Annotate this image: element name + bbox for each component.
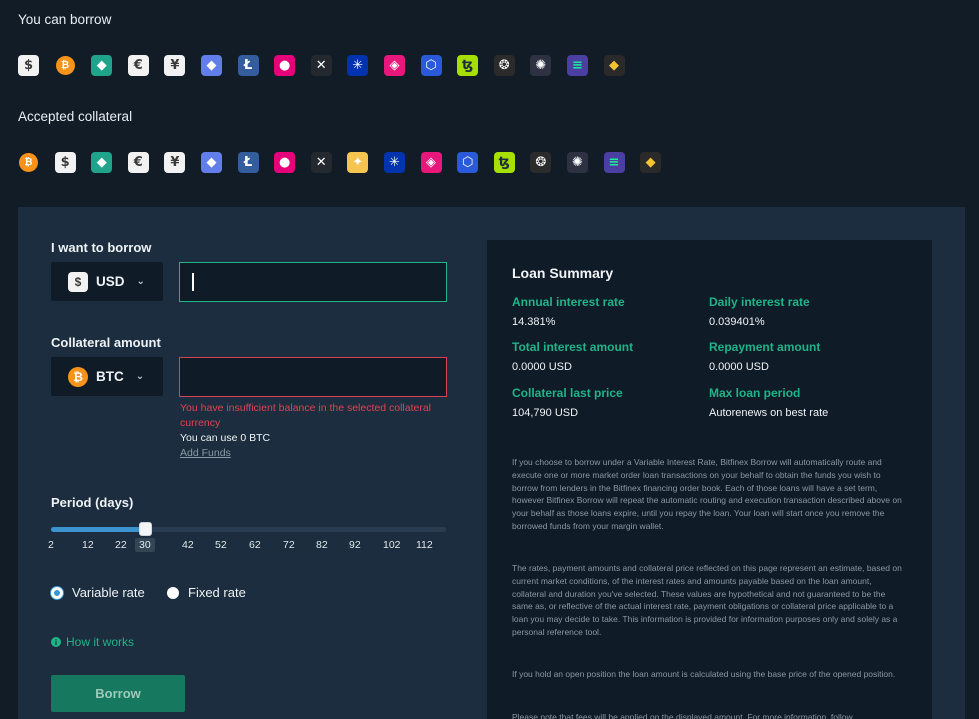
link-icon: ⬡ bbox=[420, 55, 442, 76]
variable-rate-label[interactable]: Variable rate bbox=[72, 585, 145, 600]
iota-icon: ❂ bbox=[530, 152, 552, 173]
leo-icon: ◆ bbox=[603, 55, 625, 76]
eth-icon: ◆ bbox=[200, 55, 222, 76]
period-tick: 30 bbox=[135, 538, 155, 552]
borrow-currency-code: USD bbox=[96, 274, 125, 289]
ltc-icon: Ł bbox=[237, 55, 259, 76]
jpy-icon: ¥ bbox=[164, 152, 186, 173]
xrp-icon: ✕ bbox=[310, 152, 332, 173]
repayment-amount-key: Repayment amount bbox=[709, 340, 821, 354]
fees-disclaimer: Please note that fees will be applied on… bbox=[512, 712, 853, 719]
collateral-section-title: Accepted collateral bbox=[18, 109, 133, 124]
dot-icon: ● bbox=[274, 55, 296, 76]
period-tick: 82 bbox=[316, 539, 328, 551]
add-funds-link[interactable]: Add Funds bbox=[180, 447, 231, 459]
ada-icon: ✳ bbox=[347, 55, 369, 76]
collateral-label: Collateral amount bbox=[51, 335, 161, 350]
borrow-button[interactable]: Borrow bbox=[51, 675, 185, 712]
period-tick: 92 bbox=[349, 539, 361, 551]
btc-icon: ₿ bbox=[55, 55, 76, 76]
daily-rate-value: 0.039401% bbox=[709, 316, 765, 328]
neo-icon: ✺ bbox=[530, 55, 552, 76]
collateral-currency-select[interactable]: ₿ BTC ⌄ bbox=[51, 357, 163, 396]
avax-icon: ✦ bbox=[347, 152, 369, 173]
collateral-currency-code: BTC bbox=[96, 369, 124, 384]
fixed-rate-radio[interactable] bbox=[167, 587, 179, 599]
borrow-amount-input[interactable] bbox=[179, 262, 447, 302]
tether-gold-icon: ◆ bbox=[91, 152, 113, 173]
neo-icon: ✺ bbox=[566, 152, 588, 173]
text-caret bbox=[192, 273, 194, 291]
matic-icon: ◈ bbox=[383, 55, 405, 76]
tether-gold-icon: ◆ bbox=[91, 55, 113, 76]
collateral-assets-row: ₿ $ ◆ € ¥ ◆ Ł ● ✕ ✦ ✳ ◈ ⬡ ꜩ ❂ ✺ ≡ ◆ bbox=[18, 152, 662, 173]
annual-rate-key: Annual interest rate bbox=[512, 295, 625, 309]
sol-icon: ≡ bbox=[603, 152, 625, 173]
annual-rate-value: 14.381% bbox=[512, 316, 556, 328]
estimate-disclaimer: The rates, payment amounts and collatera… bbox=[512, 563, 902, 637]
borrow-label: I want to borrow bbox=[51, 240, 152, 255]
how-it-works-link[interactable]: i How it works bbox=[51, 635, 134, 649]
dot-icon: ● bbox=[274, 152, 296, 173]
ada-icon: ✳ bbox=[383, 152, 405, 173]
period-tick: 2 bbox=[48, 539, 54, 551]
period-tick: 102 bbox=[383, 539, 401, 551]
period-tick: 62 bbox=[249, 539, 261, 551]
info-icon: i bbox=[51, 637, 61, 647]
xtz-icon: ꜩ bbox=[457, 55, 479, 76]
sol-icon: ≡ bbox=[566, 55, 588, 76]
open-position-disclaimer: If you hold an open position the loan am… bbox=[512, 669, 896, 679]
usd-icon: $ bbox=[68, 271, 88, 292]
available-balance-text: You can use 0 BTC bbox=[180, 432, 271, 444]
usd-icon: $ bbox=[54, 152, 76, 173]
insufficient-balance-error: You have insufficient balance in the sel… bbox=[180, 402, 432, 429]
total-interest-key: Total interest amount bbox=[512, 340, 634, 354]
variable-rate-disclaimer: If you choose to borrow under a Variable… bbox=[512, 457, 902, 531]
link-icon: ⬡ bbox=[457, 152, 479, 173]
period-tick: 12 bbox=[82, 539, 94, 551]
period-tick: 72 bbox=[283, 539, 295, 551]
period-tick: 22 bbox=[115, 539, 127, 551]
eth-icon: ◆ bbox=[200, 152, 222, 173]
fixed-rate-label[interactable]: Fixed rate bbox=[188, 585, 246, 600]
usd-icon: $ bbox=[18, 55, 39, 76]
collateral-amount-input[interactable] bbox=[179, 357, 447, 397]
xrp-icon: ✕ bbox=[310, 55, 332, 76]
btc-icon: ₿ bbox=[68, 366, 88, 387]
max-loan-period-value: Autorenews on best rate bbox=[709, 407, 829, 419]
borrow-section-title: You can borrow bbox=[18, 12, 112, 27]
eur-icon: € bbox=[127, 152, 149, 173]
period-tick: 52 bbox=[215, 539, 227, 551]
loan-summary-title: Loan Summary bbox=[512, 265, 614, 281]
leo-icon: ◆ bbox=[640, 152, 662, 173]
collateral-price-key: Collateral last price bbox=[512, 386, 623, 400]
total-interest-value: 0.0000 USD bbox=[512, 361, 572, 373]
ltc-icon: Ł bbox=[237, 152, 259, 173]
chevron-down-icon: ⌄ bbox=[135, 371, 145, 382]
max-loan-period-key: Max loan period bbox=[709, 386, 801, 400]
how-it-works-label: How it works bbox=[66, 635, 135, 649]
variable-rate-radio[interactable] bbox=[51, 587, 63, 599]
chevron-down-icon: ⌄ bbox=[136, 276, 145, 287]
period-tick: 42 bbox=[182, 539, 194, 551]
daily-rate-key: Daily interest rate bbox=[709, 295, 810, 309]
loan-summary-panel: Loan Summary Annual interest rate 14.381… bbox=[487, 240, 932, 719]
borrowable-assets-row: $ ₿ ◆ € ¥ ◆ Ł ● ✕ ✳ ◈ ⬡ ꜩ ❂ ✺ ≡ ◆ bbox=[18, 55, 625, 76]
eur-icon: € bbox=[127, 55, 149, 76]
iota-icon: ❂ bbox=[493, 55, 515, 76]
collateral-price-value: 104,790 USD bbox=[512, 407, 579, 419]
borrow-currency-select[interactable]: $ USD ⌄ bbox=[51, 262, 163, 301]
period-slider-fill bbox=[51, 527, 146, 532]
period-slider-handle[interactable] bbox=[139, 522, 152, 536]
xtz-icon: ꜩ bbox=[493, 152, 515, 173]
jpy-icon: ¥ bbox=[164, 55, 186, 76]
repayment-amount-value: 0.0000 USD bbox=[709, 361, 769, 373]
period-tick: 112 bbox=[416, 539, 433, 551]
period-label: Period (days) bbox=[51, 495, 134, 510]
matic-icon: ◈ bbox=[420, 152, 442, 173]
btc-icon: ₿ bbox=[18, 152, 39, 173]
